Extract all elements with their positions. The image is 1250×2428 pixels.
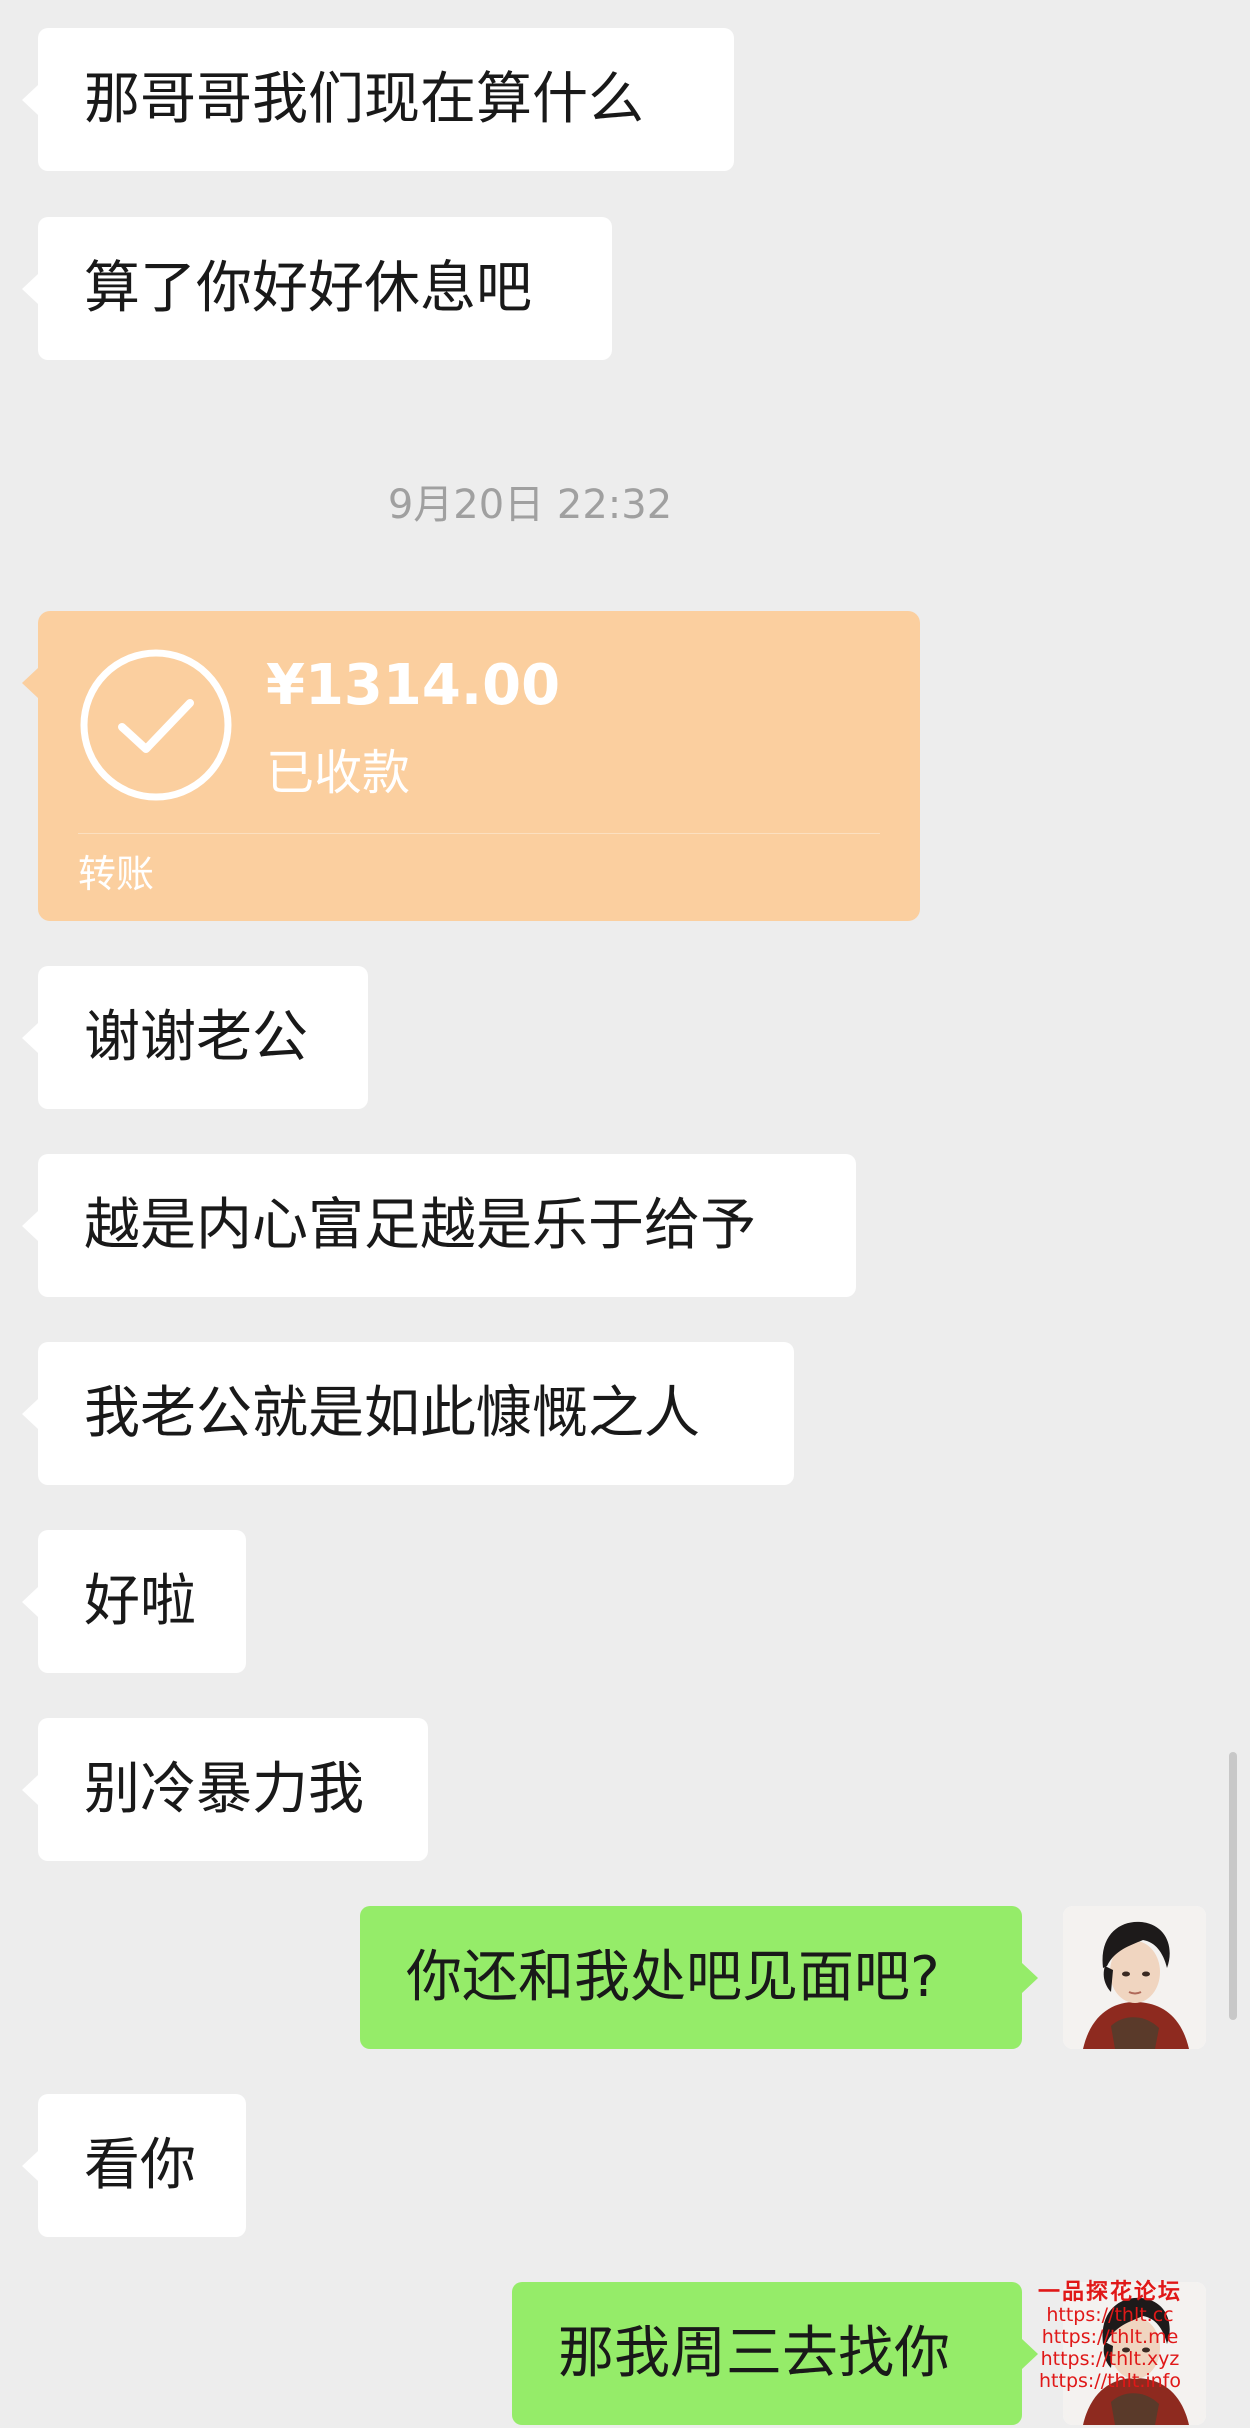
message-bubble-incoming[interactable]: 算了你好好休息吧 xyxy=(22,217,612,360)
watermark-line: https://thlt.info xyxy=(1039,2370,1181,2392)
watermark-line: https://thlt.xyz xyxy=(1040,2348,1180,2370)
transfer-amount: ¥1314.00 xyxy=(266,653,561,718)
avatar[interactable] xyxy=(1063,1906,1206,2049)
message-text: 那哥哥我们现在算什么 xyxy=(84,67,644,132)
scrollbar[interactable] xyxy=(1229,1752,1237,2020)
message-text: 越是内心富足越是乐于给予 xyxy=(84,1193,756,1258)
message-bubble-incoming[interactable]: 谢谢老公 xyxy=(22,966,368,1109)
message-bubble-incoming[interactable]: 好啦 xyxy=(22,1530,246,1673)
message-text: 看你 xyxy=(84,2133,196,2198)
message-bubble-incoming[interactable]: 我老公就是如此慷慨之人 xyxy=(22,1342,794,1485)
transfer-status: 已收款 xyxy=(266,745,411,801)
message-text: 好啦 xyxy=(84,1569,196,1634)
check-circle-icon xyxy=(80,649,232,801)
watermark-line: https://thlt.cc xyxy=(1046,2304,1174,2326)
message-text: 那我周三去找你 xyxy=(558,2321,950,2386)
watermark: 一品探花论坛 https://thlt.cc https://thlt.me h… xyxy=(1030,2280,1190,2393)
timestamp: 9月20日 22:32 xyxy=(387,482,673,528)
message-text: 你还和我处吧见面吧? xyxy=(406,1945,940,2010)
transfer-label: 转账 xyxy=(78,852,155,896)
watermark-title: 一品探花论坛 xyxy=(1037,2280,1182,2305)
message-text: 谢谢老公 xyxy=(84,1005,308,1070)
message-bubble-outgoing[interactable]: 你还和我处吧见面吧? xyxy=(360,1906,1038,2049)
transfer-card[interactable]: ¥1314.00 已收款 转账 xyxy=(22,611,920,921)
message-text: 算了你好好休息吧 xyxy=(84,256,532,321)
message-text: 我老公就是如此慷慨之人 xyxy=(84,1381,700,1446)
avatar-image xyxy=(1063,1906,1206,2049)
message-bubble-incoming[interactable]: 越是内心富足越是乐于给予 xyxy=(22,1154,856,1297)
message-bubble-incoming[interactable]: 看你 xyxy=(22,2094,246,2237)
message-text: 别冷暴力我 xyxy=(84,1757,364,1822)
watermark-line: https://thlt.me xyxy=(1041,2326,1179,2348)
message-bubble-incoming[interactable]: 别冷暴力我 xyxy=(22,1718,428,1861)
message-bubble-incoming[interactable]: 那哥哥我们现在算什么 xyxy=(22,28,734,171)
message-bubble-outgoing[interactable]: 那我周三去找你 xyxy=(512,2282,1038,2425)
transfer-divider xyxy=(78,833,880,834)
